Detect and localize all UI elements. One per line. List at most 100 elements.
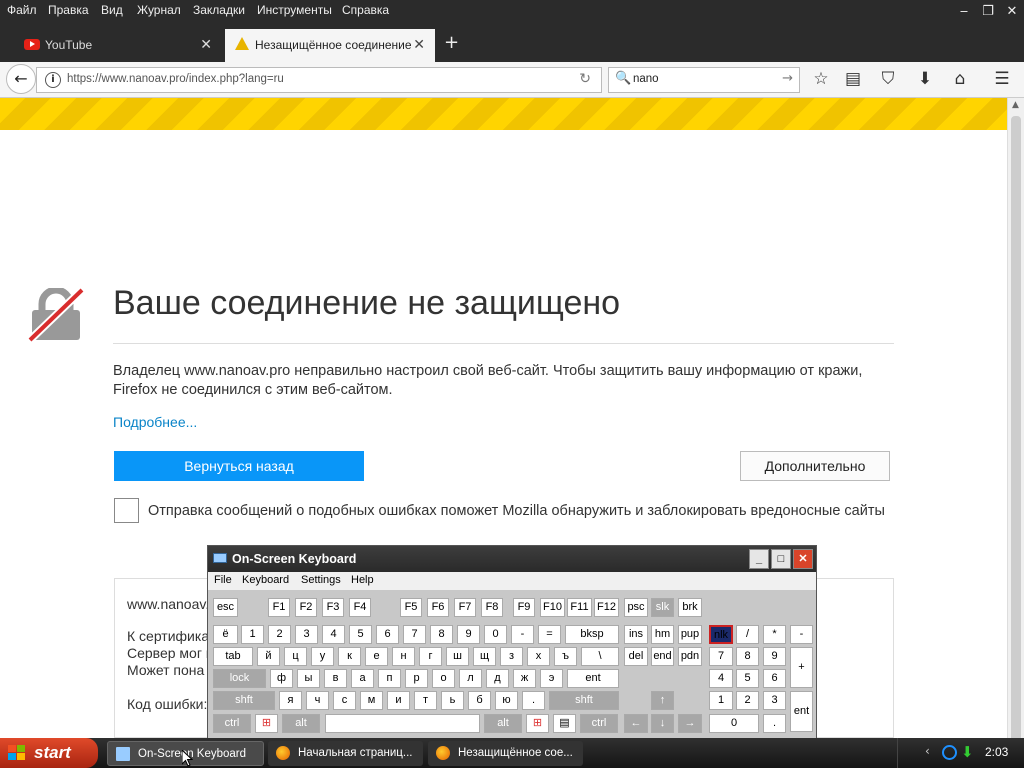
url-text[interactable]: https://www.nanoav.pro/index.php?lang=ru xyxy=(67,73,284,85)
key-9[interactable]: 9 xyxy=(457,625,480,644)
key-/[interactable]: / xyxy=(736,625,759,644)
key-2[interactable]: 2 xyxy=(736,691,759,710)
scroll-up-icon[interactable]: ▲ xyxy=(1012,100,1019,110)
key-с[interactable]: с xyxy=(333,691,356,710)
key-del[interactable]: del xyxy=(624,647,648,666)
hamburger-menu-icon[interactable]: ☰ xyxy=(990,68,1014,90)
key-ч[interactable]: ч xyxy=(306,691,329,710)
pocket-icon[interactable]: ⛉ xyxy=(876,68,900,90)
key-3[interactable]: 3 xyxy=(295,625,318,644)
minimize-icon[interactable]: ‒ xyxy=(953,3,975,21)
key-shft[interactable]: shft xyxy=(549,691,619,710)
key-psc[interactable]: psc xyxy=(624,598,648,617)
key-в[interactable]: в xyxy=(324,669,347,688)
key-1[interactable]: 1 xyxy=(241,625,264,644)
key-nlk[interactable]: nlk xyxy=(709,625,733,644)
key-ent[interactable]: ent xyxy=(567,669,619,688)
key-F4[interactable]: F4 xyxy=(349,598,371,617)
key-9[interactable]: 9 xyxy=(763,647,786,666)
url-bar[interactable]: i https://www.nanoav.pro/index.php?lang=… xyxy=(36,67,602,93)
key-8[interactable]: 8 xyxy=(736,647,759,666)
key-.[interactable]: . xyxy=(522,691,545,710)
menu-bookmarks[interactable]: Закладки xyxy=(193,3,245,17)
key-а[interactable]: а xyxy=(351,669,374,688)
key-→[interactable]: → xyxy=(678,714,702,733)
key-2[interactable]: 2 xyxy=(268,625,291,644)
key-slk[interactable]: slk xyxy=(651,598,674,617)
restore-icon[interactable]: ❐ xyxy=(977,3,999,21)
key-к[interactable]: к xyxy=(338,647,361,666)
key-щ[interactable]: щ xyxy=(473,647,496,666)
key-ъ[interactable]: ъ xyxy=(554,647,577,666)
key-←[interactable]: ← xyxy=(624,714,648,733)
osk-menu-file[interactable]: File xyxy=(214,574,232,586)
reload-icon[interactable]: ↻ xyxy=(579,71,591,87)
key-esc[interactable]: esc xyxy=(213,598,238,617)
key-г[interactable]: г xyxy=(419,647,442,666)
key-F5[interactable]: F5 xyxy=(400,598,422,617)
key-F10[interactable]: F10 xyxy=(540,598,565,617)
key-3[interactable]: 3 xyxy=(763,691,786,710)
osk-minimize-button[interactable]: _ xyxy=(749,549,769,569)
search-go-icon[interactable]: → xyxy=(782,71,793,86)
go-back-button[interactable]: Вернуться назад xyxy=(114,451,364,481)
key-hm[interactable]: hm xyxy=(651,625,674,644)
key-р[interactable]: р xyxy=(405,669,428,688)
key-alt[interactable]: alt xyxy=(282,714,320,733)
key-я[interactable]: я xyxy=(279,691,302,710)
key-bksp[interactable]: bksp xyxy=(565,625,619,644)
key-ф[interactable]: ф xyxy=(270,669,293,688)
key-F12[interactable]: F12 xyxy=(594,598,619,617)
key-F11[interactable]: F11 xyxy=(567,598,592,617)
key-end[interactable]: end xyxy=(651,647,674,666)
search-input[interactable]: 🔍 nano → xyxy=(608,67,800,93)
key-б[interactable]: б xyxy=(468,691,491,710)
menu-view[interactable]: Вид xyxy=(101,3,123,17)
key-7[interactable]: 7 xyxy=(709,647,733,666)
key-ins[interactable]: ins xyxy=(624,625,648,644)
reader-list-icon[interactable]: ▤ xyxy=(841,68,865,90)
menu-edit[interactable]: Правка xyxy=(48,3,89,17)
key-ctrl[interactable]: ctrl xyxy=(580,714,618,733)
key-ь[interactable]: ь xyxy=(441,691,464,710)
back-button[interactable]: ← xyxy=(6,64,36,94)
key-0[interactable]: 0 xyxy=(709,714,759,733)
key-5[interactable]: 5 xyxy=(736,669,759,688)
tab-insecure-connection[interactable]: Незащищённое соединение ✕ xyxy=(225,29,435,62)
key-=[interactable]: = xyxy=(538,625,561,644)
key-6[interactable]: 6 xyxy=(376,625,399,644)
key-pdn[interactable]: pdn xyxy=(678,647,702,666)
key-F3[interactable]: F3 xyxy=(322,598,344,617)
info-icon[interactable]: i xyxy=(45,72,61,88)
learn-more-link[interactable]: Подробнее... xyxy=(113,414,197,430)
key-space[interactable] xyxy=(325,714,480,733)
key-F7[interactable]: F7 xyxy=(454,598,476,617)
start-button[interactable]: start xyxy=(0,738,98,768)
tab-youtube[interactable]: YouTube ✕ xyxy=(0,29,222,62)
key-1[interactable]: 1 xyxy=(709,691,733,710)
sync-icon[interactable] xyxy=(942,745,957,760)
key-й[interactable]: й xyxy=(257,647,280,666)
osk-close-button[interactable]: ✕ xyxy=(793,549,813,569)
menu-help[interactable]: Справка xyxy=(342,3,389,17)
key-F6[interactable]: F6 xyxy=(427,598,449,617)
key-brk[interactable]: brk xyxy=(678,598,702,617)
taskbar-item-firefox-insecure[interactable]: Незащищённое сое... xyxy=(428,741,583,766)
new-tab-icon[interactable]: + xyxy=(444,33,459,53)
home-icon[interactable]: ⌂ xyxy=(948,68,972,90)
report-errors-checkbox[interactable] xyxy=(114,498,139,523)
key-з[interactable]: з xyxy=(500,647,523,666)
key-shft[interactable]: shft xyxy=(213,691,275,710)
key-4[interactable]: 4 xyxy=(709,669,733,688)
menu-file[interactable]: Файл xyxy=(7,3,37,17)
osk-menu-keyboard[interactable]: Keyboard xyxy=(242,574,289,586)
key-ы[interactable]: ы xyxy=(297,669,320,688)
key-lock[interactable]: lock xyxy=(213,669,266,688)
key-о[interactable]: о xyxy=(432,669,455,688)
key-4[interactable]: 4 xyxy=(322,625,345,644)
key-ц[interactable]: ц xyxy=(284,647,307,666)
key-*[interactable]: * xyxy=(763,625,786,644)
key-alt[interactable]: alt xyxy=(484,714,522,733)
key-ж[interactable]: ж xyxy=(513,669,536,688)
search-value[interactable]: nano xyxy=(633,73,659,85)
